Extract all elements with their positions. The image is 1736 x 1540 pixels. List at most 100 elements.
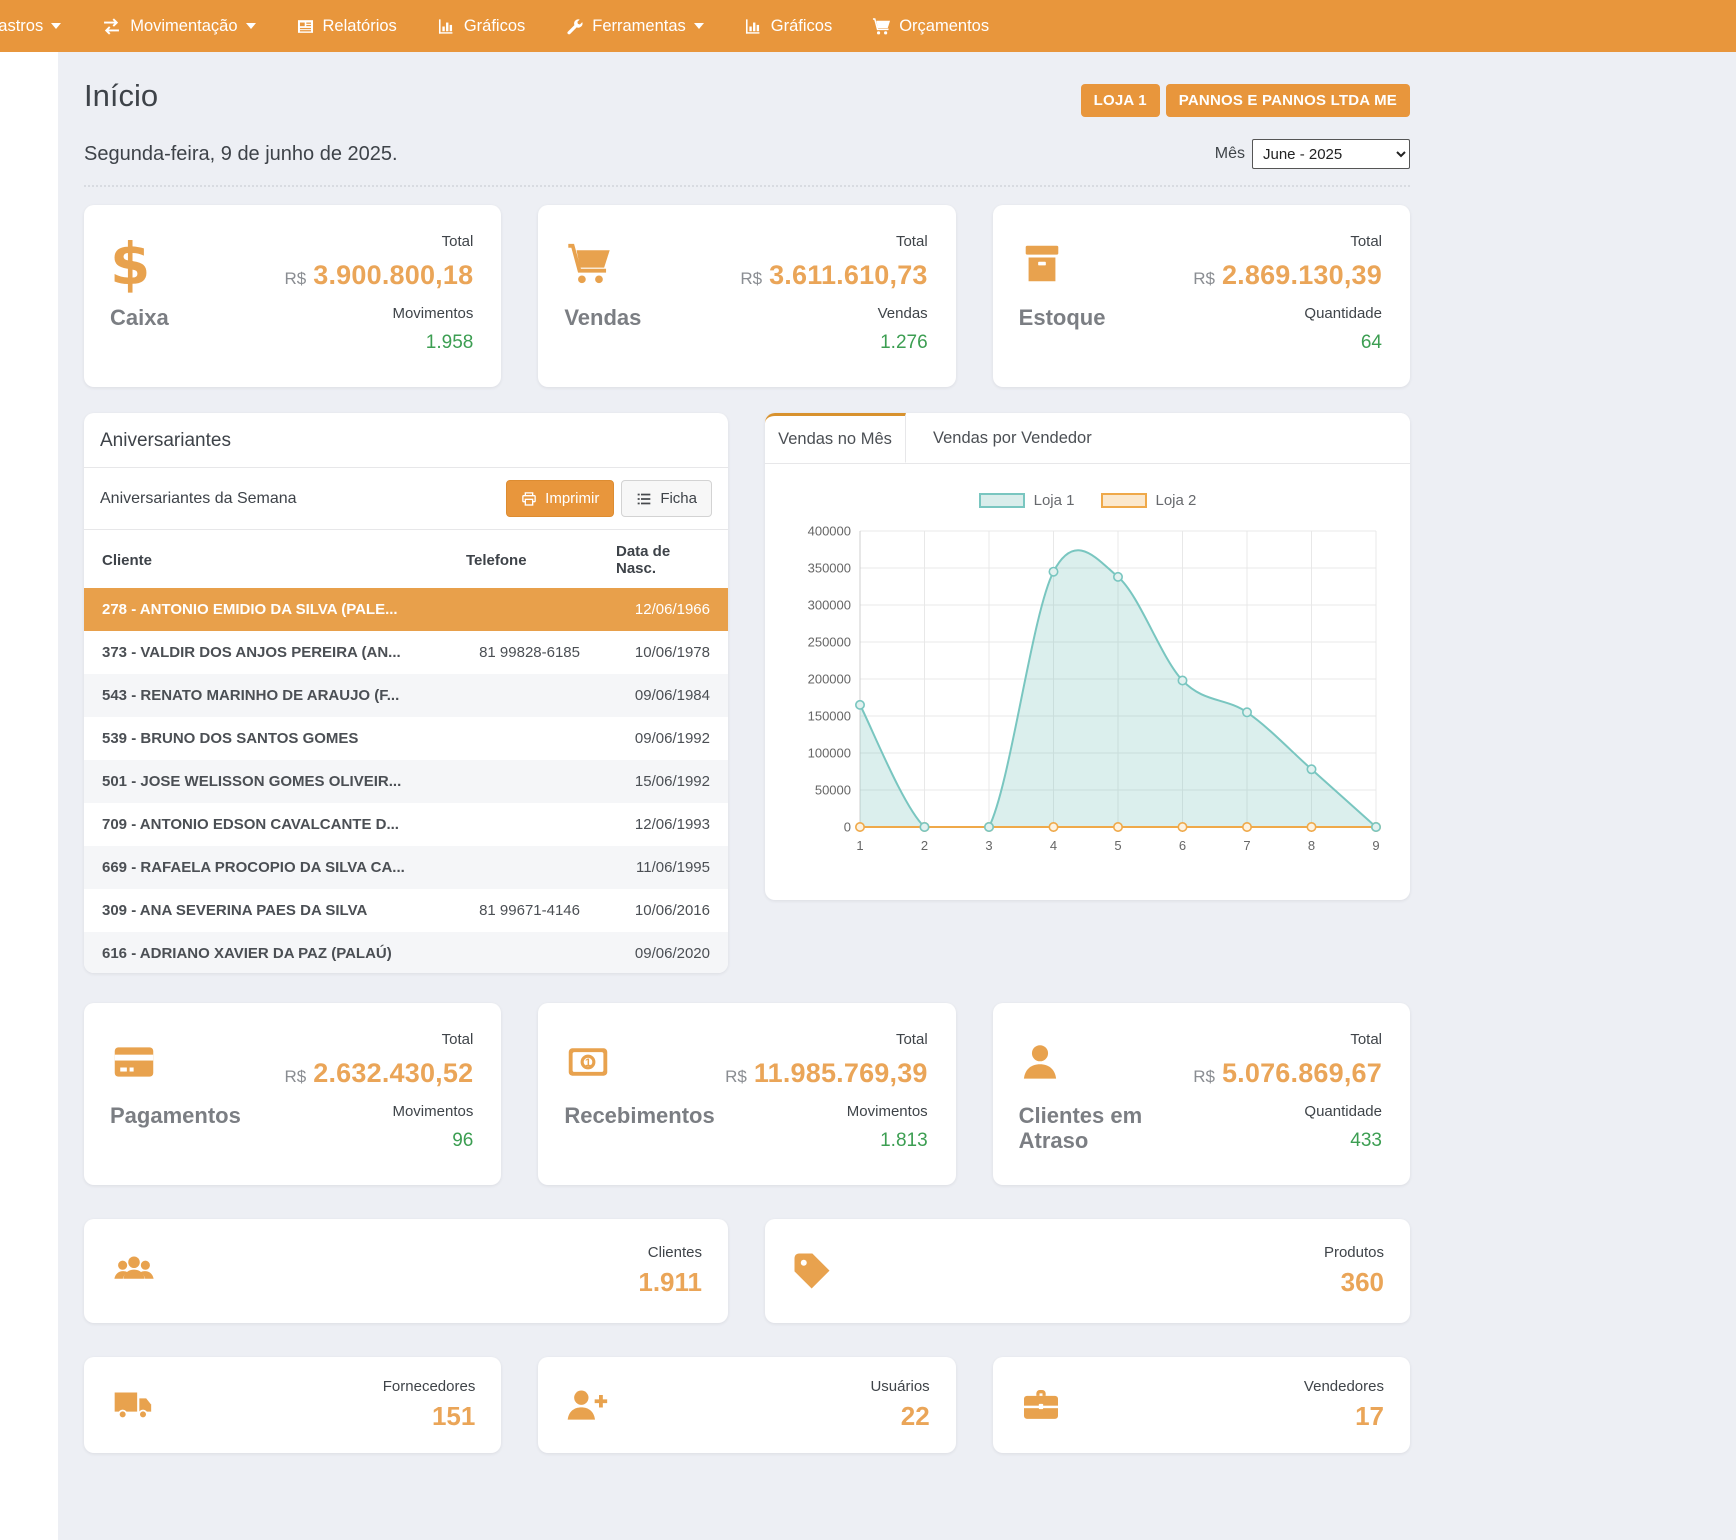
divider — [84, 185, 1410, 187]
pagamentos-label: Pagamentos — [110, 1103, 240, 1128]
recebimentos-label: Recebimentos — [564, 1103, 694, 1128]
cart-icon — [872, 17, 891, 36]
table-row[interactable]: 539 - BRUNO DOS SANTOS GOMES09/06/1992 — [84, 717, 728, 760]
nav-item-movimentacao[interactable]: Movimentação — [81, 0, 275, 52]
birth-cell: 12/06/1993 — [598, 803, 728, 846]
vendas-total: 3.611.610,73 — [769, 260, 928, 290]
birth-cell: 09/06/1992 — [598, 717, 728, 760]
vendedores-label: Vendedores — [1304, 1378, 1384, 1395]
phone-cell — [448, 588, 598, 631]
vendas-label: Vendas — [564, 305, 641, 330]
nav-item-label: Relatórios — [323, 17, 397, 36]
currency-symbol: R$ — [285, 269, 307, 288]
recebimentos-count: 1.813 — [880, 1130, 928, 1152]
svg-text:8: 8 — [1307, 838, 1314, 853]
currency-symbol: R$ — [1193, 1067, 1215, 1086]
svg-text:50000: 50000 — [814, 783, 850, 798]
produtos-card: Produtos 360 — [765, 1219, 1410, 1323]
client-cell: 709 - ANTONIO EDSON CAVALCANTE D... — [84, 803, 448, 846]
left-rail — [0, 52, 58, 1540]
clientes-label: Clientes — [638, 1244, 702, 1261]
svg-text:150000: 150000 — [807, 709, 850, 724]
svg-text:300000: 300000 — [807, 598, 850, 613]
table-row[interactable]: 373 - VALDIR DOS ANJOS PEREIRA (AN...81 … — [84, 631, 728, 674]
current-date: Segunda-feira, 9 de junho de 2025. — [84, 143, 398, 166]
table-row[interactable]: 278 - ANTONIO EMIDIO DA SILVA (PALE...12… — [84, 588, 728, 631]
clientes-atraso-total: 5.076.869,67 — [1222, 1058, 1382, 1088]
birth-cell: 11/06/1995 — [598, 846, 728, 889]
briefcase-icon — [1019, 1385, 1063, 1425]
svg-text:2: 2 — [920, 838, 927, 853]
dollar-icon: $ — [110, 234, 150, 294]
client-cell: 278 - ANTONIO EMIDIO DA SILVA (PALE... — [84, 588, 448, 631]
count-label: Quantidade — [1304, 1103, 1382, 1120]
legend-label-loja1: Loja 1 — [1034, 492, 1075, 509]
estoque-count: 64 — [1361, 332, 1382, 354]
usuarios-card: Usuários 22 — [538, 1357, 955, 1453]
vendas-count: 1.276 — [880, 332, 928, 354]
nav-item-label: Orçamentos — [899, 17, 989, 36]
table-row[interactable]: 501 - JOSE WELISSON GOMES OLIVEIR...15/0… — [84, 760, 728, 803]
svg-text:250000: 250000 — [807, 635, 850, 650]
svg-text:1: 1 — [585, 1057, 591, 1069]
pagamentos-card: Pagamentos Total R$2.632.430,52 Moviment… — [84, 1003, 501, 1185]
nav-item-label: Cadastros — [0, 17, 43, 36]
caret-down-icon — [246, 23, 256, 29]
pagamentos-count: 96 — [452, 1130, 473, 1152]
caixa-label: Caixa — [110, 305, 169, 330]
clientes-atraso-label: Clientes em Atraso — [1019, 1103, 1149, 1154]
clientes-value: 1.911 — [638, 1267, 702, 1298]
tab-vendas-por-vendedor[interactable]: Vendas por Vendedor — [906, 413, 1410, 463]
total-label: Total — [896, 233, 928, 250]
ficha-button[interactable]: Ficha — [621, 480, 712, 517]
vendas-card: Vendas Total R$3.611.610,73 Vendas 1.276 — [538, 205, 955, 387]
birth-cell: 09/06/1984 — [598, 674, 728, 717]
sales-chart-card: Vendas no Mês Vendas por Vendedor Loja 1… — [765, 413, 1410, 900]
client-cell: 501 - JOSE WELISSON GOMES OLIVEIR... — [84, 760, 448, 803]
vendedores-card: Vendedores 17 — [993, 1357, 1410, 1453]
nav-item-graficos-1[interactable]: Gráficos — [417, 0, 545, 52]
client-cell: 373 - VALDIR DOS ANJOS PEREIRA (AN... — [84, 631, 448, 674]
nav-item-graficos-2[interactable]: Gráficos — [724, 0, 852, 52]
company-badge[interactable]: PANNOS E PANNOS LTDA ME — [1166, 84, 1410, 117]
nav-item-relatorios[interactable]: Relatórios — [276, 0, 417, 52]
clientes-card: Clientes 1.911 — [84, 1219, 728, 1323]
estoque-label: Estoque — [1019, 305, 1106, 330]
table-row[interactable]: 616 - ADRIANO XAVIER DA PAZ (PALAÚ)09/06… — [84, 932, 728, 973]
nav-item-ferramentas[interactable]: Ferramentas — [545, 0, 724, 52]
clientes-atraso-card: Clientes em Atraso Total R$5.076.869,67 … — [993, 1003, 1410, 1185]
nav-items: Cadastros Movimentação Relatórios Gráfic… — [0, 0, 1009, 52]
fornecedores-value: 151 — [383, 1401, 476, 1432]
tab-vendas-no-mes[interactable]: Vendas no Mês — [765, 413, 906, 463]
phone-cell — [448, 674, 598, 717]
caret-down-icon — [694, 23, 704, 29]
count-label: Quantidade — [1304, 305, 1382, 322]
report-icon — [296, 17, 315, 36]
col-header-telefone: Telefone — [448, 530, 598, 589]
box-icon — [1019, 241, 1065, 287]
nav-item-label: Gráficos — [464, 17, 525, 36]
legend-item-loja1: Loja 1 — [979, 492, 1075, 509]
imprimir-button[interactable]: Imprimir — [506, 480, 614, 517]
svg-text:350000: 350000 — [807, 561, 850, 576]
user-plus-icon — [564, 1385, 608, 1425]
nav-item-orcamentos[interactable]: Orçamentos — [852, 0, 1009, 52]
table-row[interactable]: 543 - RENATO MARINHO DE ARAUJO (F...09/0… — [84, 674, 728, 717]
birth-cell: 10/06/1978 — [598, 631, 728, 674]
month-select[interactable]: June - 2025 — [1252, 139, 1410, 169]
phone-cell — [448, 760, 598, 803]
svg-text:400000: 400000 — [807, 524, 850, 539]
svg-text:9: 9 — [1372, 838, 1379, 853]
recebimentos-card: 1 Recebimentos Total R$11.985.769,39 Mov… — [538, 1003, 955, 1185]
table-row[interactable]: 669 - RAFAELA PROCOPIO DA SILVA CA...11/… — [84, 846, 728, 889]
table-row[interactable]: 709 - ANTONIO EDSON CAVALCANTE D... 12/06… — [84, 803, 728, 846]
person-icon — [1019, 1040, 1061, 1084]
phone-cell — [448, 717, 598, 760]
nav-item-cadastros[interactable]: Cadastros — [0, 0, 81, 52]
clientes-atraso-count: 433 — [1350, 1130, 1382, 1152]
caixa-count: 1.958 — [426, 332, 474, 354]
store-badge[interactable]: LOJA 1 — [1081, 84, 1160, 117]
store-badges: LOJA 1 PANNOS E PANNOS LTDA ME — [1081, 84, 1410, 117]
table-row[interactable]: 309 - ANA SEVERINA PAES DA SILVA81 99671… — [84, 889, 728, 932]
fornecedores-card: Fornecedores 151 — [84, 1357, 501, 1453]
